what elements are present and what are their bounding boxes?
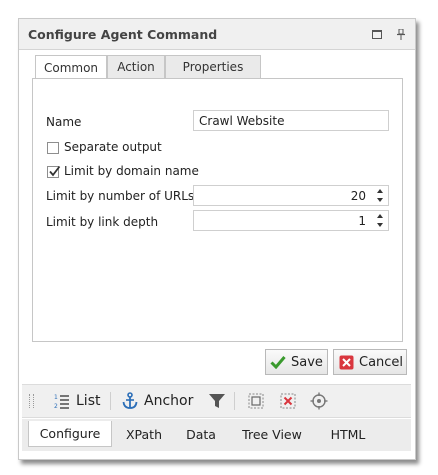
list-button-label: List	[76, 393, 101, 409]
limit-urls-stepper[interactable]: 20	[193, 185, 389, 206]
title-bar: Configure Agent Command	[19, 19, 415, 50]
spin-down-icon[interactable]	[377, 223, 383, 227]
restore-icon[interactable]	[371, 28, 383, 40]
name-input[interactable]: Crawl Website	[193, 110, 389, 131]
tab-action[interactable]: Action	[107, 55, 165, 79]
limit-urls-label: Limit by number of URLs	[46, 189, 195, 203]
cancel-icon	[338, 354, 354, 370]
spin-up-icon[interactable]	[377, 189, 383, 193]
tab-tree-view[interactable]: Tree View	[230, 421, 314, 447]
toolbar-separator	[110, 392, 111, 410]
select-region-icon[interactable]	[248, 391, 264, 411]
configure-agent-command-window: Configure Agent Command Common Action Pr…	[18, 18, 416, 460]
anchor-button[interactable]: Anchor	[122, 391, 193, 411]
clear-selection-icon[interactable]	[280, 391, 296, 411]
checkmark-icon	[49, 165, 61, 177]
anchor-icon	[122, 392, 138, 409]
spin-arrows[interactable]	[375, 187, 385, 204]
filter-icon[interactable]	[208, 391, 226, 411]
list-icon: 1 2	[54, 394, 69, 409]
tab-common[interactable]: Common	[35, 55, 107, 80]
separate-output-checkbox[interactable]	[47, 142, 59, 154]
checkmark-icon	[270, 354, 286, 370]
tab-properties[interactable]: Properties	[165, 55, 261, 79]
save-button-label: Save	[291, 354, 323, 370]
save-button[interactable]: Save	[265, 349, 328, 375]
tool-bar: 1 2 List Anchor	[22, 384, 411, 418]
toolbar-grip[interactable]	[29, 394, 34, 408]
bottom-tabs: Configure XPath Data Tree View HTML	[22, 419, 411, 449]
limit-depth-value: 1	[358, 214, 366, 228]
common-tab-panel: Name Crawl Website Separate output Limit…	[32, 78, 403, 342]
limit-depth-stepper[interactable]: 1	[193, 210, 389, 231]
cancel-button[interactable]: Cancel	[333, 349, 407, 375]
cancel-button-label: Cancel	[359, 354, 404, 370]
anchor-button-label: Anchor	[144, 393, 194, 409]
list-button[interactable]: 1 2 List	[54, 391, 100, 411]
name-label: Name	[46, 115, 82, 129]
separate-output-label: Separate output	[64, 140, 162, 154]
spin-arrows[interactable]	[375, 212, 385, 229]
limit-urls-value: 20	[350, 189, 366, 203]
toolbar-separator	[234, 392, 235, 410]
tab-html[interactable]: HTML	[318, 421, 378, 447]
svg-text:1: 1	[54, 394, 58, 401]
pin-icon[interactable]	[395, 28, 407, 40]
tab-xpath[interactable]: XPath	[116, 421, 172, 447]
spin-down-icon[interactable]	[377, 198, 383, 202]
limit-depth-label: Limit by link depth	[46, 215, 159, 229]
target-icon[interactable]	[310, 391, 328, 411]
tab-configure[interactable]: Configure	[28, 421, 112, 447]
svg-text:2: 2	[54, 403, 58, 409]
tab-data[interactable]: Data	[176, 421, 226, 447]
spin-up-icon[interactable]	[377, 214, 383, 218]
window-title: Configure Agent Command	[28, 27, 218, 42]
limit-domain-label: Limit by domain name	[64, 164, 199, 178]
limit-domain-checkbox[interactable]	[47, 165, 61, 178]
